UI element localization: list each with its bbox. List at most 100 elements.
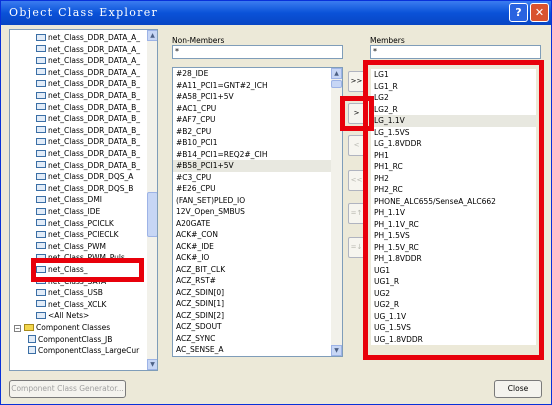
tree-item[interactable]: net_Class_DDR_DATA_B_ [36,90,140,102]
help-button[interactable]: ? [509,3,528,22]
tree-item[interactable]: net_Class_PCICLK [36,218,114,230]
non-member-item[interactable]: ACK#_IDE [173,241,342,253]
class-tree[interactable]: net_Class_DDR_DATA_A_ net_Class_DDR_DATA_… [9,29,158,371]
non-member-item[interactable]: #A58_PCI1+5V [173,91,342,103]
tree-item[interactable]: net_Class_DDR_DATA_A_ [36,44,140,56]
net-class-icon [36,184,46,192]
tree-item[interactable]: net_Class_DDR_DATA_A_ [36,32,140,44]
non-member-item[interactable]: ACZ_RST# [173,275,342,287]
tree-item[interactable]: net_Class_DDR_DATA_B_ [36,160,140,172]
non-member-item[interactable]: #B58_PCI1+5V [173,160,342,172]
tree-item-label: net_Class_DDR_DATA_B_ [48,102,141,112]
tree-item-label: net_Class_PWM [48,241,106,251]
tree-item[interactable]: net_Class_DDR_DATA_A_ [36,67,140,79]
scroll-up-arrow[interactable]: ▲ [331,68,342,79]
tree-item[interactable]: ComponentClass_LargeCur [28,345,139,357]
close-button[interactable]: Close [494,380,542,398]
scroll-down-arrow[interactable]: ▼ [147,359,157,370]
tree-item-label: net_Class_IDE [48,207,101,216]
tree-item-label: net_Class_DMI [48,195,102,205]
members-filter[interactable]: * [370,45,541,59]
close-window-button[interactable]: ✕ [530,3,549,22]
net-class-icon [36,149,46,157]
non-members-filter[interactable]: * [172,45,343,59]
component-class-icon [28,346,36,355]
non-member-item[interactable]: #E26_CPU [173,183,342,195]
scroll-up-arrow[interactable]: ▲ [147,30,157,41]
tree-item[interactable]: net_Class_PCIECLK [36,229,119,241]
scroll-thumb[interactable] [147,192,157,237]
non-member-item[interactable]: ACZ_SDIN[2] [173,310,342,322]
non-member-item[interactable]: ACZ_SYNC [173,333,342,345]
tree-item[interactable]: net_Class_DDR_DATA_A_ [36,55,140,67]
tree-item[interactable]: net_Class_DDR_DATA_B_ [36,136,140,148]
non-member-item[interactable]: ACZ_SDIN[1] [173,298,342,310]
tree-item[interactable]: net_Class_DDR_DATA_B_ [36,102,140,114]
non-member-item[interactable]: AC_SENSE_A [173,344,342,356]
non-member-item[interactable]: (FAN_SET)PLED_IO [173,195,342,207]
non-member-item[interactable]: #A11_PCI1=GNT#2_ICH [173,80,342,92]
non-member-item[interactable]: #B14_PCI1=REQ2#_CIH [173,149,342,161]
non-member-item[interactable]: #AC1_CPU [173,103,342,115]
non-member-item[interactable]: ACK#_IO [173,252,342,264]
net-class-icon [36,195,46,203]
tree-item-label: net_Class_DDR_DATA_B_ [48,160,141,170]
net-class-icon [36,219,46,227]
tree-item-label: net_Class_DDR_DATA_A_ [48,44,141,54]
tree-item[interactable]: net_Class_DDR_DATA_B_ [36,78,140,90]
net-class-icon [36,300,46,308]
net-class-icon [36,33,46,41]
non-member-item[interactable]: #B10_PCI1 [173,137,342,149]
non-member-item[interactable]: #B2_CPU [173,126,342,138]
tree-item[interactable]: <All Nets> [36,310,89,322]
highlight-members [363,60,544,360]
non-member-item[interactable]: ACZ_BIT_CLK [173,264,342,276]
scroll-down-arrow[interactable]: ▼ [331,345,342,356]
non-members-rows: #28_IDE #A11_PCI1=GNT#2_ICH #A58_PCI1+5V #A… [173,68,342,356]
tree-item-label: net_Class_DDR_DATA_B_ [48,91,141,100]
tree-item[interactable]: net_Class_DDR_DATA_B_ [36,125,140,137]
non-member-item[interactable]: ACZ_SDOUT [173,321,342,333]
tree-item-label: net_Class_DDR_DQS_A [48,172,134,182]
tree-scrollbar[interactable]: ▲ ▼ [147,30,157,370]
tree-item[interactable]: net_Class_DDR_DQS_A [36,171,133,183]
members-label: Members [370,36,405,45]
non-member-item[interactable]: #28_IDE [173,68,342,80]
tree-item-label: net_Class_DDR_DATA_B_ [48,125,141,135]
tree-item[interactable]: net_Class_DDR_DATA_B_ [36,148,140,160]
tree-item[interactable]: net_Class_DDR_DQS_B [36,183,133,195]
non-member-item[interactable]: ACK#_CON [173,229,342,241]
tree-item[interactable]: net_Class_IDE [36,206,100,218]
net-class-icon [36,172,46,180]
non-member-item[interactable]: 12V_Open_SMBUS [173,206,342,218]
tree-item[interactable]: ComponentClass_JB [28,334,112,346]
net-class-icon [36,126,46,134]
tree-item-label: net_Class_XCLK [48,299,107,309]
net-class-icon [36,114,46,122]
collapse-icon[interactable]: − [14,325,21,332]
tree-item[interactable]: net_Class_USB [36,287,103,299]
tree-item[interactable]: net_Class_PWM [36,241,106,253]
tree-item-label: Component Classes [36,323,111,332]
tree-item-label: net_Class_DDR_DATA_B_ [48,114,141,124]
tree-item[interactable]: net_Class_DDR_DATA_B_ [36,113,140,125]
non-members-list[interactable]: #28_IDE #A11_PCI1=GNT#2_ICH #A58_PCI1+5V #A… [172,67,343,357]
scroll-thumb[interactable] [331,80,342,88]
non-members-label: Non-Members [172,36,225,45]
component-class-icon [28,334,36,343]
net-class-icon [36,207,46,215]
net-class-icon [36,68,46,76]
non-member-item[interactable]: A20GATE [173,218,342,230]
tree-item-label: net_Class_DDR_DATA_A_ [48,33,141,42]
tree-item-label: net_Class_DDR_DATA_A_ [48,67,141,77]
non-member-item[interactable]: ACZ_SDIN[0] [173,287,342,299]
non-member-item[interactable]: #C3_CPU [173,172,342,184]
net-class-icon [36,79,46,87]
tree-item[interactable]: net_Class_XCLK [36,299,106,311]
component-class-generator-button[interactable]: Component Class Generator... [9,380,126,398]
tree-item-label: net_Class_DDR_DATA_B_ [48,149,141,158]
non-member-item[interactable]: #AF7_CPU [173,114,342,126]
tree-item[interactable]: net_Class_DMI [36,194,102,206]
net-class-icon [36,103,46,111]
tree-component-classes[interactable]: − Component Classes [14,322,110,334]
